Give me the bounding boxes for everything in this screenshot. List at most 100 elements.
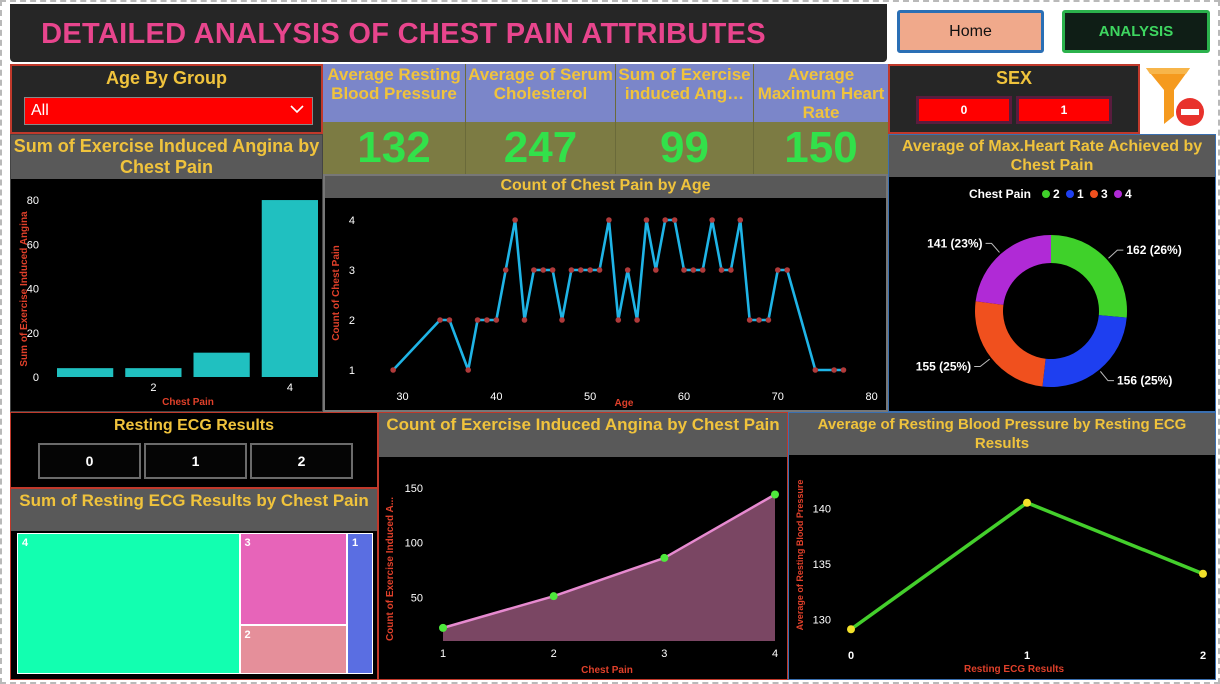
x-tick-label: 2	[150, 382, 156, 394]
data-point	[1023, 498, 1031, 507]
ecg-option-2[interactable]: 2	[250, 443, 353, 479]
data-point	[847, 625, 855, 634]
legend-item-label: 4	[1125, 187, 1132, 201]
y-tick-label: 150	[405, 483, 423, 495]
ecg-option-0[interactable]: 0	[38, 443, 141, 479]
chart-title: Count of Exercise Induced Angina by Ches…	[379, 413, 787, 457]
dashboard: DETAILED ANALYSIS OF CHEST PAIN ATTRIBUT…	[0, 0, 1220, 684]
legend-marker	[1066, 190, 1074, 198]
data-point	[831, 367, 837, 373]
ecg-option-1[interactable]: 1	[144, 443, 247, 479]
chart-title: Sum of Resting ECG Results by Chest Pain	[11, 489, 377, 531]
kpi-card: Average Resting Blood Pressure 132	[323, 64, 465, 174]
header-bar: DETAILED ANALYSIS OF CHEST PAIN ATTRIBUT…	[10, 4, 887, 62]
kpi-card: Sum of Exercise induced Ang… 99	[615, 64, 753, 174]
data-point	[812, 367, 819, 373]
donut-chart-panel: Average of Max.Heart Rate Achieved by Ch…	[888, 134, 1216, 412]
data-point	[728, 267, 734, 273]
chart-title: Count of Chest Pain by Age	[325, 176, 886, 198]
slice-leader-line	[985, 242, 1000, 253]
sex-option-0[interactable]: 0	[916, 96, 1012, 124]
age-group-label: Age By Group	[105, 68, 227, 88]
x-tick-label: 2	[1200, 650, 1206, 662]
treemap-cell[interactable]: 1	[347, 533, 373, 674]
axis-label-x: Resting ECG Results	[964, 664, 1064, 675]
kpi-label: Sum of Exercise induced Ang…	[616, 64, 753, 122]
data-point	[484, 317, 490, 323]
kpi-value: 150	[754, 122, 888, 174]
donut-slice	[975, 235, 1051, 305]
data-point	[439, 623, 447, 632]
bar-chart-panel: Sum of Exercise Induced Angina by Chest …	[10, 134, 323, 412]
treemap-cell[interactable]: 2	[239, 625, 348, 674]
ecg-slicer-label: Resting ECG Results	[113, 417, 275, 434]
data-point	[681, 267, 687, 273]
data-point	[502, 267, 509, 273]
x-tick-label: 70	[772, 391, 784, 403]
analysis-button[interactable]: ANALYSIS	[1062, 10, 1210, 53]
chevron-down-icon	[290, 105, 304, 114]
data-point	[653, 267, 659, 273]
x-tick-label: 60	[678, 391, 690, 403]
data-point	[446, 317, 453, 323]
treemap: 4 3 2 1	[17, 533, 373, 674]
treemap-cell[interactable]: 4	[17, 533, 240, 674]
kpi-band: Average Resting Blood Pressure 132 Avera…	[323, 64, 888, 174]
kpi-value: 132	[323, 122, 465, 174]
treemap-cell[interactable]: 3	[239, 533, 348, 626]
series-line	[849, 500, 1204, 631]
data-point	[718, 267, 725, 273]
data-point	[549, 267, 556, 273]
data-point	[775, 267, 781, 273]
series-line	[392, 218, 844, 372]
y-tick-label: 80	[27, 195, 39, 207]
home-button[interactable]: Home	[897, 10, 1044, 53]
treemap-panel: Sum of Resting ECG Results by Chest Pain…	[10, 488, 378, 680]
chart-title: Average of Resting Blood Pressure by Res…	[789, 413, 1215, 455]
slice-data-label: 141 (23%)	[927, 236, 982, 250]
slice-leader-line	[974, 358, 990, 368]
data-point	[643, 217, 650, 223]
slice-leader-line	[1108, 249, 1124, 259]
data-point	[840, 367, 847, 373]
x-tick-label: 4	[772, 648, 778, 660]
page-title: DETAILED ANALYSIS OF CHEST PAIN ATTRIBUT…	[41, 18, 766, 50]
area-fill	[443, 494, 775, 641]
age-group-dropdown[interactable]: All	[24, 97, 313, 125]
data-point	[671, 217, 678, 223]
data-point	[606, 217, 612, 223]
treemap-cell-label: 2	[244, 629, 251, 642]
data-point	[512, 217, 518, 223]
sex-option-1[interactable]: 1	[1016, 96, 1112, 124]
legend-item-label: 2	[1053, 187, 1060, 201]
kpi-value: 247	[466, 122, 615, 174]
y-tick-label: 50	[411, 592, 423, 604]
y-tick-label: 60	[27, 239, 39, 251]
y-tick-label: 2	[349, 315, 355, 327]
age-line-chart-panel: Count of Chest Pain by Age Count of Ches…	[323, 174, 888, 412]
kpi-value: 99	[616, 122, 753, 174]
legend-item-label: 3	[1101, 187, 1108, 201]
data-point	[699, 267, 706, 273]
x-tick-label: 0	[848, 650, 854, 662]
bar	[261, 200, 318, 377]
legend-title: Chest Pain	[969, 187, 1031, 201]
data-point	[756, 317, 762, 323]
ecg-line-chart-panel: Average of Resting Blood Pressure by Res…	[788, 412, 1216, 680]
data-point	[634, 317, 640, 323]
data-point	[596, 267, 603, 273]
donut-chart: Chest Pain 2 1 3 4 162 (26%) 156 (25%) 155 (25…	[916, 187, 1182, 388]
x-tick-label: 30	[396, 391, 408, 403]
bar	[125, 368, 182, 377]
treemap-cell-label: 3	[244, 537, 251, 549]
x-tick-label: 1	[1024, 650, 1030, 662]
legend-marker	[1114, 190, 1122, 198]
donut-slice	[1042, 315, 1127, 387]
data-point	[568, 267, 575, 273]
data-point	[690, 267, 697, 273]
x-tick-label: 2	[551, 648, 557, 660]
y-tick-label: 135	[813, 559, 831, 571]
data-point	[771, 490, 779, 499]
age-line-chart: Count of Chest Pain Age 1 2 3 4 30 40 50 60 70 80	[331, 215, 878, 409]
filter-clear-icon[interactable]	[1142, 64, 1212, 134]
